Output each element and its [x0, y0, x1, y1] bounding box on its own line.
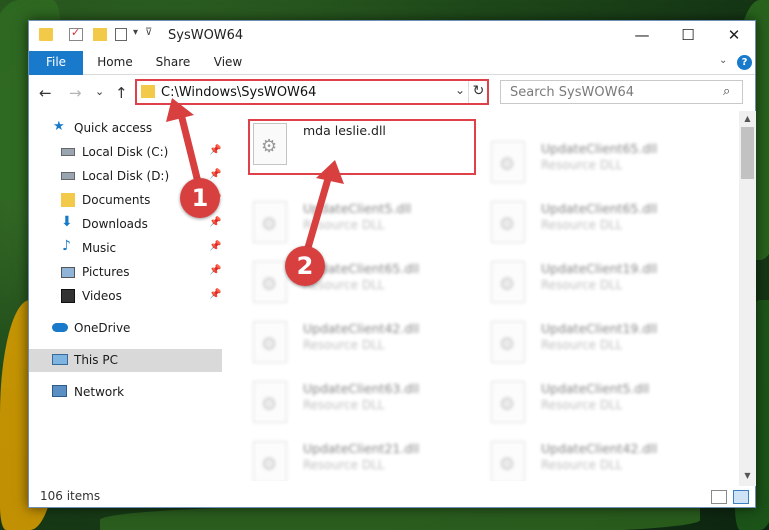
annotation-arrows: [166, 98, 344, 262]
step-marker-2: 2: [285, 246, 325, 286]
arrow-2: [301, 168, 334, 262]
arrow-1-head: [166, 98, 194, 122]
arrow-2-head: [316, 160, 344, 184]
step-marker-1: 1: [180, 178, 220, 218]
